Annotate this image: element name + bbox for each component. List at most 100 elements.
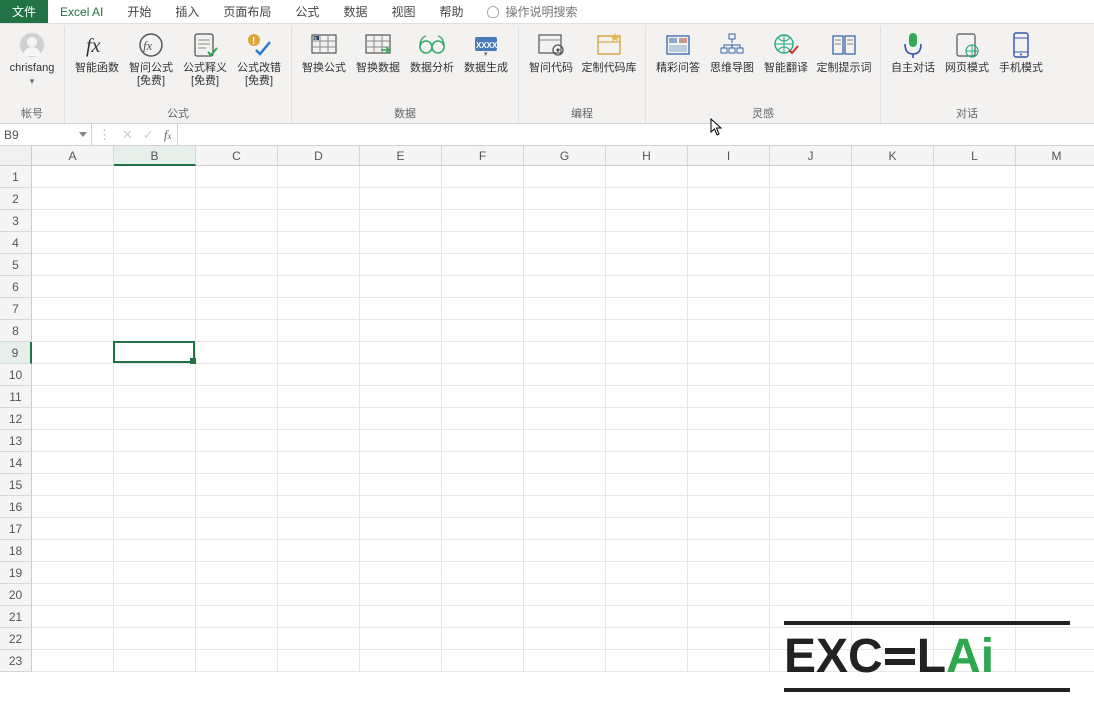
menu-file[interactable]: 文件 bbox=[0, 0, 48, 23]
cell-B12[interactable] bbox=[114, 408, 196, 430]
col-header-G[interactable]: G bbox=[524, 146, 606, 166]
col-header-J[interactable]: J bbox=[770, 146, 852, 166]
cell-A21[interactable] bbox=[32, 606, 114, 628]
cell-G20[interactable] bbox=[524, 584, 606, 606]
cell-J18[interactable] bbox=[770, 540, 852, 562]
cell-H1[interactable] bbox=[606, 166, 688, 188]
cell-D14[interactable] bbox=[278, 452, 360, 474]
row-header-18[interactable]: 18 bbox=[0, 540, 32, 562]
cell-A7[interactable] bbox=[32, 298, 114, 320]
cell-I20[interactable] bbox=[688, 584, 770, 606]
cell-H11[interactable] bbox=[606, 386, 688, 408]
row-header-6[interactable]: 6 bbox=[0, 276, 32, 298]
cell-H21[interactable] bbox=[606, 606, 688, 628]
cell-M18[interactable] bbox=[1016, 540, 1094, 562]
cell-K2[interactable] bbox=[852, 188, 934, 210]
cell-D19[interactable] bbox=[278, 562, 360, 584]
row-header-20[interactable]: 20 bbox=[0, 584, 32, 606]
cell-E11[interactable] bbox=[360, 386, 442, 408]
cell-E10[interactable] bbox=[360, 364, 442, 386]
cell-G15[interactable] bbox=[524, 474, 606, 496]
cell-B17[interactable] bbox=[114, 518, 196, 540]
cell-D6[interactable] bbox=[278, 276, 360, 298]
cell-L20[interactable] bbox=[934, 584, 1016, 606]
accept-icon[interactable]: ✓ bbox=[143, 127, 154, 143]
cell-J19[interactable] bbox=[770, 562, 852, 584]
brilliant-qa-button[interactable]: 精彩问答 bbox=[652, 28, 704, 90]
cell-F12[interactable] bbox=[442, 408, 524, 430]
cell-G7[interactable] bbox=[524, 298, 606, 320]
web-mode-button[interactable]: 网页模式 bbox=[941, 28, 993, 90]
row-header-11[interactable]: 11 bbox=[0, 386, 32, 408]
cell-F7[interactable] bbox=[442, 298, 524, 320]
cell-D10[interactable] bbox=[278, 364, 360, 386]
cell-C15[interactable] bbox=[196, 474, 278, 496]
cell-A23[interactable] bbox=[32, 650, 114, 672]
cell-I12[interactable] bbox=[688, 408, 770, 430]
cell-F3[interactable] bbox=[442, 210, 524, 232]
cell-C7[interactable] bbox=[196, 298, 278, 320]
cell-I7[interactable] bbox=[688, 298, 770, 320]
cell-I17[interactable] bbox=[688, 518, 770, 540]
cell-A4[interactable] bbox=[32, 232, 114, 254]
row-header-21[interactable]: 21 bbox=[0, 606, 32, 628]
cell-G18[interactable] bbox=[524, 540, 606, 562]
menu-view[interactable]: 视图 bbox=[379, 0, 427, 23]
cell-I23[interactable] bbox=[688, 650, 770, 672]
cell-J17[interactable] bbox=[770, 518, 852, 540]
cell-G16[interactable] bbox=[524, 496, 606, 518]
cell-I16[interactable] bbox=[688, 496, 770, 518]
cell-A10[interactable] bbox=[32, 364, 114, 386]
cell-F9[interactable] bbox=[442, 342, 524, 364]
cell-J5[interactable] bbox=[770, 254, 852, 276]
cell-H8[interactable] bbox=[606, 320, 688, 342]
cell-I22[interactable] bbox=[688, 628, 770, 650]
cell-C9[interactable] bbox=[196, 342, 278, 364]
data-analyze-button[interactable]: 数据分析 bbox=[406, 28, 458, 90]
cell-C14[interactable] bbox=[196, 452, 278, 474]
cell-F18[interactable] bbox=[442, 540, 524, 562]
cell-G12[interactable] bbox=[524, 408, 606, 430]
cell-H13[interactable] bbox=[606, 430, 688, 452]
cell-G14[interactable] bbox=[524, 452, 606, 474]
cell-E4[interactable] bbox=[360, 232, 442, 254]
row-header-16[interactable]: 16 bbox=[0, 496, 32, 518]
cell-G13[interactable] bbox=[524, 430, 606, 452]
cell-F2[interactable] bbox=[442, 188, 524, 210]
cell-I4[interactable] bbox=[688, 232, 770, 254]
cell-K16[interactable] bbox=[852, 496, 934, 518]
cell-E7[interactable] bbox=[360, 298, 442, 320]
cell-J7[interactable] bbox=[770, 298, 852, 320]
data-generate-button[interactable]: XXXX▾ 数据生成 bbox=[460, 28, 512, 90]
cell-D20[interactable] bbox=[278, 584, 360, 606]
cell-K8[interactable] bbox=[852, 320, 934, 342]
cell-I13[interactable] bbox=[688, 430, 770, 452]
cell-E22[interactable] bbox=[360, 628, 442, 650]
cell-E1[interactable] bbox=[360, 166, 442, 188]
col-header-A[interactable]: A bbox=[32, 146, 114, 166]
cell-L8[interactable] bbox=[934, 320, 1016, 342]
cell-J16[interactable] bbox=[770, 496, 852, 518]
cell-D21[interactable] bbox=[278, 606, 360, 628]
cell-H3[interactable] bbox=[606, 210, 688, 232]
cell-M5[interactable] bbox=[1016, 254, 1094, 276]
cell-F22[interactable] bbox=[442, 628, 524, 650]
formula-input[interactable] bbox=[178, 124, 1094, 145]
cell-H6[interactable] bbox=[606, 276, 688, 298]
cell-J15[interactable] bbox=[770, 474, 852, 496]
cell-B19[interactable] bbox=[114, 562, 196, 584]
fx-icon[interactable]: fx bbox=[164, 127, 172, 143]
cell-L9[interactable] bbox=[934, 342, 1016, 364]
row-header-23[interactable]: 23 bbox=[0, 650, 32, 672]
cell-E14[interactable] bbox=[360, 452, 442, 474]
col-header-B[interactable]: B bbox=[114, 146, 196, 166]
cell-D3[interactable] bbox=[278, 210, 360, 232]
mindmap-button[interactable]: 思维导图 bbox=[706, 28, 758, 90]
cell-J11[interactable] bbox=[770, 386, 852, 408]
cell-K9[interactable] bbox=[852, 342, 934, 364]
cell-C22[interactable] bbox=[196, 628, 278, 650]
cell-A5[interactable] bbox=[32, 254, 114, 276]
row-header-4[interactable]: 4 bbox=[0, 232, 32, 254]
cell-K11[interactable] bbox=[852, 386, 934, 408]
cell-B11[interactable] bbox=[114, 386, 196, 408]
